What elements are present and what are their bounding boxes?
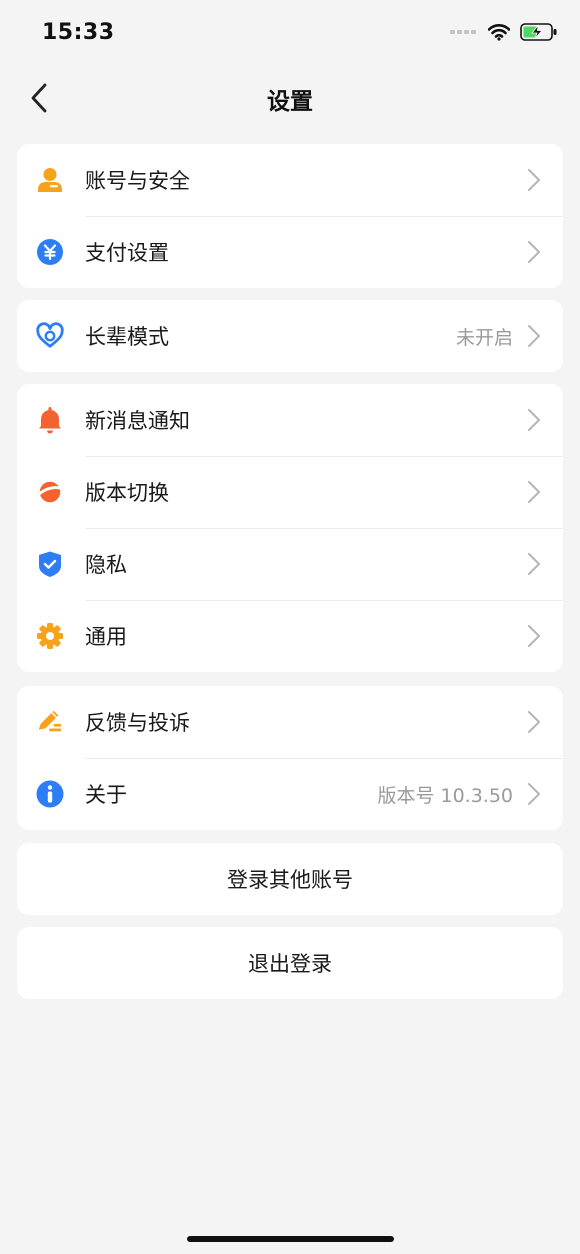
status-icons bbox=[450, 22, 558, 42]
settings-item-notifications[interactable]: 新消息通知 bbox=[17, 384, 563, 456]
chevron-right-icon bbox=[528, 553, 540, 575]
settings-item-about[interactable]: 关于 版本号 10.3.50 bbox=[17, 758, 563, 830]
settings-item-version-switch[interactable]: 版本切换 bbox=[17, 456, 563, 528]
bell-icon bbox=[36, 406, 64, 434]
settings-item-account-security[interactable]: 账号与安全 bbox=[17, 144, 563, 216]
chevron-right-icon bbox=[528, 783, 540, 805]
settings-group-elder: 长辈模式 未开启 bbox=[17, 300, 563, 372]
gear-icon bbox=[36, 622, 64, 650]
settings-item-label: 关于 bbox=[85, 783, 127, 807]
settings-group-general: 新消息通知 版本切换 隐私 通用 bbox=[17, 384, 563, 672]
home-indicator[interactable] bbox=[187, 1236, 394, 1242]
user-icon bbox=[36, 166, 64, 194]
status-time: 15:33 bbox=[42, 20, 115, 45]
settings-item-general[interactable]: 通用 bbox=[17, 600, 563, 672]
settings-item-label: 账号与安全 bbox=[85, 169, 190, 193]
pencil-icon bbox=[36, 708, 64, 736]
chevron-right-icon bbox=[528, 169, 540, 191]
settings-item-label: 反馈与投诉 bbox=[85, 711, 190, 735]
navigation-bar: 设置 bbox=[0, 68, 580, 128]
settings-item-label: 新消息通知 bbox=[85, 409, 190, 433]
settings-item-value: 未开启 bbox=[455, 326, 513, 349]
cellular-signal-icon bbox=[450, 30, 476, 34]
settings-item-label: 隐私 bbox=[85, 553, 127, 577]
logout-button[interactable]: 退出登录 bbox=[17, 927, 563, 999]
heart-icon bbox=[36, 322, 64, 350]
status-bar: 15:33 bbox=[0, 0, 580, 68]
settings-item-label: 长辈模式 bbox=[85, 325, 169, 349]
settings-group-support: 反馈与投诉 关于 版本号 10.3.50 bbox=[17, 686, 563, 830]
settings-item-payment[interactable]: 支付设置 bbox=[17, 216, 563, 288]
planet-icon bbox=[36, 478, 64, 506]
page-title: 设置 bbox=[267, 89, 313, 115]
settings-item-elder-mode[interactable]: 长辈模式 未开启 bbox=[17, 300, 563, 372]
chevron-right-icon bbox=[528, 711, 540, 733]
chevron-right-icon bbox=[528, 241, 540, 263]
shield-icon bbox=[36, 550, 64, 578]
settings-item-value: 版本号 10.3.50 bbox=[377, 784, 513, 807]
settings-item-privacy[interactable]: 隐私 bbox=[17, 528, 563, 600]
settings-item-label: 通用 bbox=[85, 625, 127, 649]
chevron-right-icon bbox=[528, 625, 540, 647]
chevron-right-icon bbox=[528, 325, 540, 347]
settings-item-label: 版本切换 bbox=[85, 481, 169, 505]
yuan-icon bbox=[36, 238, 64, 266]
settings-group-account: 账号与安全 支付设置 bbox=[17, 144, 563, 288]
chevron-right-icon bbox=[528, 481, 540, 503]
wifi-icon bbox=[488, 24, 510, 41]
info-icon bbox=[36, 780, 64, 808]
settings-item-feedback[interactable]: 反馈与投诉 bbox=[17, 686, 563, 758]
battery-charging-icon bbox=[520, 23, 557, 41]
settings-item-label: 支付设置 bbox=[85, 241, 169, 265]
switch-account-button[interactable]: 登录其他账号 bbox=[17, 843, 563, 915]
chevron-right-icon bbox=[528, 409, 540, 431]
